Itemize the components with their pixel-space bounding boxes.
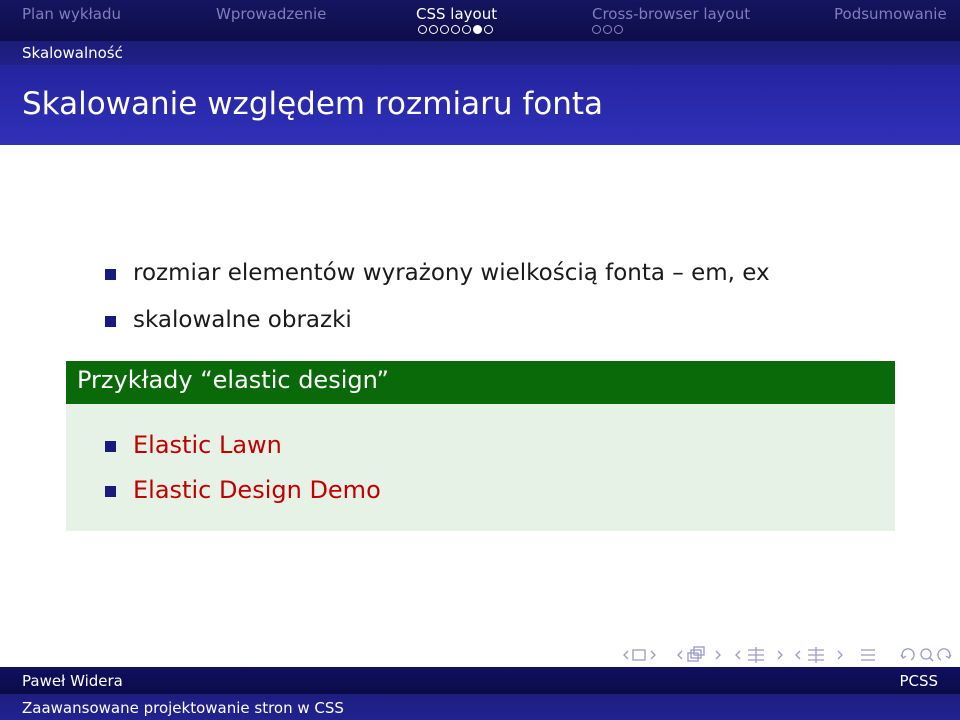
example-link-list: Elastic Lawn Elastic Design Demo — [105, 430, 381, 520]
frame-dot-icon[interactable] — [484, 25, 493, 34]
frame-dot-icon[interactable] — [429, 25, 438, 34]
frame-dot-icon[interactable] — [418, 25, 427, 34]
section-navigation-bar: Plan wykładu Wprowadzenie CSS layout Cro… — [0, 0, 960, 41]
frame-title: Skalowanie względem rozmiaru fonta — [22, 86, 604, 122]
example-block-header: Przykłady “elastic design” — [66, 361, 895, 404]
subsection-nav-symbol[interactable] — [676, 645, 724, 665]
list-item: Elastic Design Demo — [105, 475, 381, 520]
elastic-lawn-link[interactable]: Elastic Lawn — [133, 431, 282, 459]
square-bullet-icon — [105, 441, 116, 452]
frame-dot-icon[interactable] — [440, 25, 449, 34]
square-bullet-icon — [105, 269, 116, 280]
square-bullet-icon — [105, 316, 116, 327]
list-item: Elastic Lawn — [105, 430, 381, 475]
example-block: Przykłady “elastic design” Elastic Lawn … — [66, 361, 895, 531]
appendix-nav-symbol[interactable] — [858, 645, 878, 665]
nav-section-wprowadzenie[interactable]: Wprowadzenie — [216, 5, 326, 23]
square-bullet-icon — [105, 486, 116, 497]
frame-nav-icon — [623, 649, 656, 661]
frame-dot-icon[interactable] — [592, 25, 601, 34]
frame-nav-symbol[interactable] — [622, 645, 658, 665]
nav-section-css-layout[interactable]: CSS layout — [416, 5, 497, 23]
example-block-title: Przykłady “elastic design” — [77, 366, 389, 394]
bullet-text: skalowalne obrazki — [133, 307, 352, 333]
footer-author-bar: Paweł Widera PCSS — [0, 667, 960, 694]
list-item: rozmiar elementów wyrażony wielkością fo… — [105, 258, 770, 305]
footer-short-title: PCSS — [899, 672, 938, 690]
subsection-nav-icon — [677, 646, 721, 662]
section-nav-symbol[interactable] — [734, 645, 786, 665]
section-nav-icon — [735, 647, 783, 663]
frame-dot-icon[interactable] — [473, 25, 482, 34]
footer-title-bar: Zaawansowane projektowanie stron w CSS — [0, 694, 960, 720]
example-block-body: Elastic Lawn Elastic Design Demo — [66, 404, 895, 531]
bullet-list: rozmiar elementów wyrażony wielkością fo… — [105, 258, 770, 352]
search-nav-symbol[interactable] — [900, 645, 952, 665]
frame-dots-cross-browser[interactable] — [592, 25, 623, 34]
document-nav-symbol[interactable] — [794, 645, 846, 665]
bullet-text: rozmiar elementów wyrażony wielkością fo… — [133, 260, 770, 286]
footer-title: Zaawansowane projektowanie stron w CSS — [22, 699, 344, 717]
frame-dot-icon[interactable] — [462, 25, 471, 34]
frame-title-bar: Skalowanie względem rozmiaru fonta — [0, 65, 960, 145]
back-forward-search-icon — [900, 648, 952, 662]
frame-dots-css-layout[interactable] — [418, 25, 493, 34]
subsection-label[interactable]: Skalowalność — [22, 44, 123, 62]
appendix-icon — [861, 649, 875, 661]
frame-dot-icon[interactable] — [451, 25, 460, 34]
list-item: skalowalne obrazki — [105, 305, 770, 352]
footer-author: Paweł Widera — [22, 672, 123, 690]
elastic-design-demo-link[interactable]: Elastic Design Demo — [133, 476, 381, 504]
frame-dot-icon[interactable] — [603, 25, 612, 34]
nav-section-cross-browser[interactable]: Cross-browser layout — [592, 5, 750, 23]
nav-section-plan[interactable]: Plan wykładu — [22, 5, 121, 23]
frame-dot-icon[interactable] — [614, 25, 623, 34]
document-nav-icon — [795, 647, 843, 663]
nav-section-podsumowanie[interactable]: Podsumowanie — [834, 5, 947, 23]
subsection-strip: Skalowalność — [0, 41, 960, 65]
